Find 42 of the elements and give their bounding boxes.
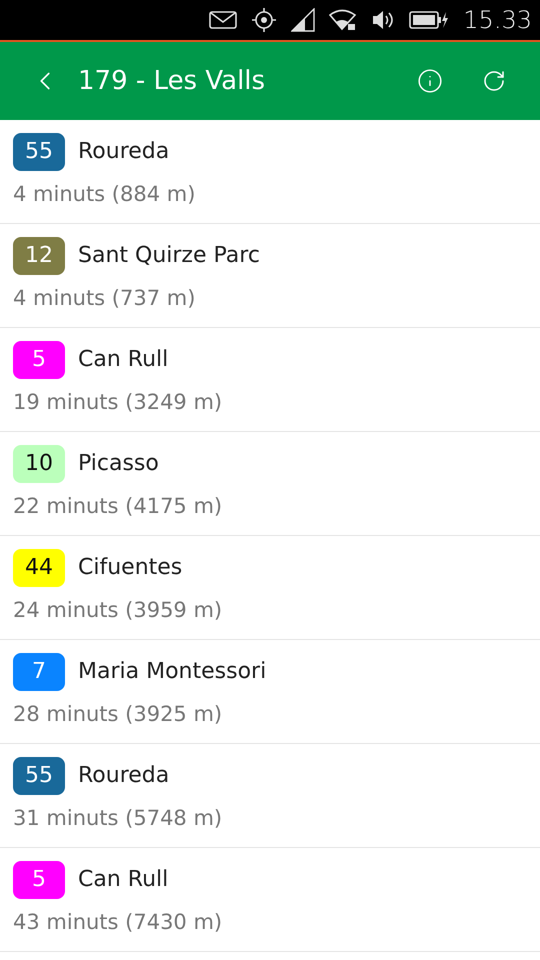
arrival-row[interactable]: 5 Can Rull 19 minuts (3249 m)	[0, 328, 540, 432]
wifi-icon	[329, 9, 358, 31]
arrival-time: 24 minuts (3959 m)	[13, 596, 224, 624]
line-badge: 10	[13, 444, 65, 483]
arrival-row[interactable]: 7 Maria Montessori 28 minuts (3925 m)	[0, 640, 540, 744]
destination-name: Picasso	[78, 450, 159, 478]
arrival-row[interactable]: 55 Roureda 31 minuts (5748 m)	[0, 744, 540, 848]
arrival-time: 19 minuts (3249 m)	[13, 388, 224, 416]
arrival-row[interactable]: 55 Roureda 4 minuts (884 m)	[0, 120, 540, 224]
destination-name: Roureda	[78, 138, 170, 166]
arrival-time: 28 minuts (3925 m)	[13, 700, 224, 728]
mail-icon	[209, 11, 238, 29]
line-badge: 5	[13, 340, 65, 379]
line-badge: 55	[13, 756, 65, 795]
destination-name: Roureda	[78, 762, 170, 790]
line-badge: 7	[13, 652, 65, 691]
arrival-time: 22 minuts (4175 m)	[13, 492, 224, 520]
volume-icon	[371, 9, 396, 31]
destination-name: Maria Montessori	[78, 658, 266, 686]
line-badge: 55	[13, 132, 65, 171]
line-badge: 44	[13, 548, 65, 587]
clock-time: 15.33	[463, 5, 532, 36]
arrival-time: 43 minuts (7430 m)	[13, 908, 224, 936]
arrival-time: 4 minuts (884 m)	[13, 180, 196, 208]
destination-name: Can Rull	[78, 346, 168, 374]
signal-icon	[291, 8, 316, 32]
line-badge: 5	[13, 860, 65, 899]
refresh-icon	[482, 69, 506, 93]
info-icon	[417, 68, 443, 94]
battery-icon	[409, 10, 450, 30]
line-badge: 12	[13, 236, 65, 275]
header-title: 179 - Les Valls	[78, 64, 266, 98]
arrival-row[interactable]: 12 Sant Quirze Parc 4 minuts (737 m)	[0, 224, 540, 328]
arrival-time: 31 minuts (5748 m)	[13, 804, 224, 832]
arrival-row[interactable]: 44 Cifuentes 24 minuts (3959 m)	[0, 536, 540, 640]
destination-name: Can Rull	[78, 866, 168, 894]
arrival-row[interactable]: 10 Picasso 22 minuts (4175 m)	[0, 432, 540, 536]
destination-name: Sant Quirze Parc	[78, 242, 260, 270]
arrival-time: 4 minuts (737 m)	[13, 284, 196, 312]
destination-name: Cifuentes	[78, 554, 182, 582]
location-icon	[251, 7, 278, 33]
arrival-row[interactable]: 5 Can Rull 43 minuts (7430 m)	[0, 848, 540, 952]
